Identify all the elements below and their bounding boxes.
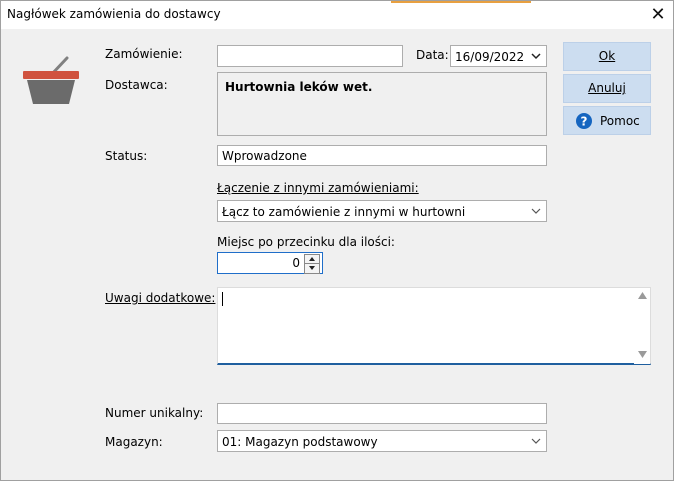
svg-text:?: ? xyxy=(581,115,588,129)
cancel-button[interactable]: Anuluj xyxy=(563,74,651,103)
ok-button[interactable]: Ok xyxy=(563,42,651,71)
arrow-down-icon xyxy=(309,266,315,270)
status-value: Wprowadzone xyxy=(222,149,307,163)
unique-number-input[interactable] xyxy=(217,403,547,424)
chevron-down-icon xyxy=(531,208,541,214)
chevron-down-icon xyxy=(531,53,541,60)
arrow-up-icon xyxy=(309,257,315,261)
help-button-label: Pomoc xyxy=(600,114,640,128)
warehouse-select[interactable]: 01: Magazyn podstawowy xyxy=(217,430,547,452)
unique-number-label: Numer unikalny: xyxy=(105,406,204,420)
scroll-up-icon xyxy=(638,292,647,299)
warehouse-label: Magazyn: xyxy=(105,435,163,449)
notes-scrollbar[interactable] xyxy=(634,288,650,364)
scroll-down-icon xyxy=(638,351,647,358)
warehouse-value: 01: Magazyn podstawowy xyxy=(222,435,378,449)
notes-textarea[interactable] xyxy=(217,287,651,365)
status-label: Status: xyxy=(105,149,148,163)
supplier-field: Hurtownia leków wet. xyxy=(217,72,547,136)
date-label: Data: xyxy=(416,48,449,62)
date-value: 16/09/2022 xyxy=(455,50,525,64)
decimals-label: Miejsc po przecinku dla ilości: xyxy=(217,235,395,249)
title-accent-line xyxy=(391,1,531,3)
merge-value: Łącz to zamówienie z innymi w hurtowni xyxy=(222,205,466,219)
status-field[interactable]: Wprowadzone xyxy=(217,145,547,166)
decimals-spinner[interactable]: 0 xyxy=(217,252,323,274)
title-bar: Nagłówek zamówienia do dostawcy ✕ xyxy=(1,1,673,29)
date-picker[interactable]: 16/09/2022 xyxy=(450,45,547,67)
decimals-value: 0 xyxy=(292,256,300,270)
close-button[interactable]: ✕ xyxy=(643,1,673,29)
window-title: Nagłówek zamówienia do dostawcy xyxy=(7,7,221,21)
merge-select[interactable]: Łącz to zamówienie z innymi w hurtowni xyxy=(217,200,547,222)
supplier-value: Hurtownia leków wet. xyxy=(225,80,373,94)
order-input[interactable] xyxy=(217,45,403,67)
order-label: Zamówienie: xyxy=(105,47,183,61)
chevron-down-icon xyxy=(531,438,541,444)
dialog-window: Nagłówek zamówienia do dostawcy ✕ Zamówi… xyxy=(0,0,674,481)
supplier-label: Dostawca: xyxy=(105,78,168,92)
text-cursor xyxy=(222,292,223,306)
ok-button-label: Ok xyxy=(598,49,616,63)
cancel-button-label: Anuluj xyxy=(588,81,626,95)
spinner-down-button[interactable] xyxy=(304,263,320,274)
help-button[interactable]: ? Pomoc xyxy=(563,106,651,135)
merge-label: Łączenie z innymi zamówieniami: xyxy=(217,181,419,195)
help-icon: ? xyxy=(576,113,592,129)
notes-label: Uwagi dodatkowe: xyxy=(105,291,216,305)
basket-icon xyxy=(23,56,79,104)
